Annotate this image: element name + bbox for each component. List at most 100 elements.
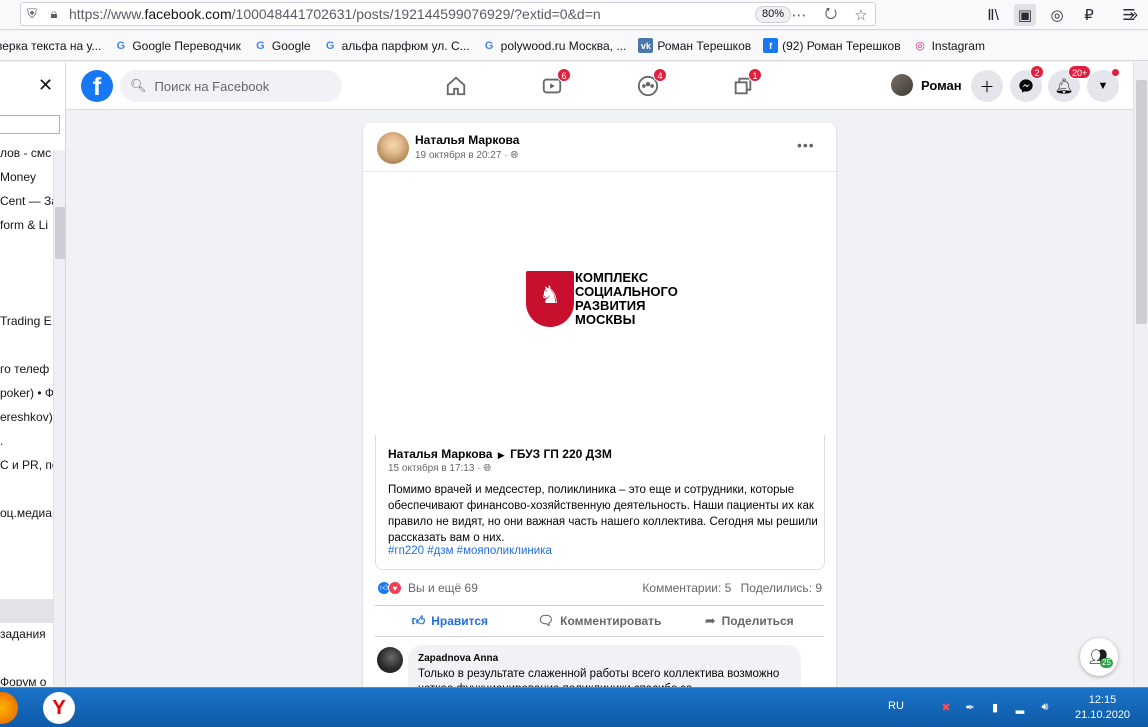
- clock[interactable]: 12:15 21.10.2020: [1075, 693, 1130, 723]
- share-button[interactable]: ➦ Поделиться: [674, 606, 824, 636]
- language-indicator[interactable]: RU: [888, 700, 904, 712]
- pocket-icon[interactable]: ⭮: [821, 5, 841, 25]
- google-icon: G: [256, 39, 265, 52]
- sidebar-scroll-thumb[interactable]: [55, 207, 65, 259]
- account-icon[interactable]: ◎: [1046, 4, 1068, 26]
- sidebar-search-input[interactable]: [0, 115, 60, 134]
- lock-icon[interactable]: 🔒︎: [43, 3, 65, 25]
- bookmark-item[interactable]: Gальфа парфюм ул. С...: [323, 38, 470, 53]
- shares-count[interactable]: Поделились: 9: [741, 581, 822, 595]
- signal-icon[interactable]: ▂: [1012, 699, 1028, 715]
- sidebar-row[interactable]: го телеф: [0, 362, 49, 376]
- bookmark-label: Google: [271, 38, 311, 53]
- author-avatar[interactable]: [377, 132, 409, 164]
- sidebar-row[interactable]: Форум о: [0, 675, 46, 686]
- sidebar-row[interactable]: Money: [0, 170, 36, 184]
- windows-taskbar: Y RU ✖ ✒ ▮ ▂ 🔊︎ 12:15 21.10.2020: [0, 687, 1148, 727]
- page-scroll-thumb[interactable]: [1136, 80, 1147, 324]
- messenger-icon: [1019, 79, 1033, 93]
- shared-timestamp[interactable]: 15 октября в 17:13 · 🌐︎: [388, 463, 491, 474]
- close-icon[interactable]: ✕: [38, 75, 53, 96]
- tab-home[interactable]: [416, 62, 496, 110]
- page-scrollbar[interactable]: [1133, 62, 1148, 686]
- post-author[interactable]: Наталья Маркова: [415, 133, 519, 147]
- sidebar-row[interactable]: Trading E: [0, 314, 52, 328]
- moscow-coat-of-arms-icon: ♞: [526, 271, 574, 327]
- battery-icon[interactable]: ▮: [987, 699, 1003, 715]
- sidebar-scrollbar[interactable]: [53, 150, 65, 686]
- account-dot: [1112, 69, 1119, 76]
- like-button[interactable]: 👍︎ Нравится: [375, 606, 525, 636]
- bookmark-label: Google Переводчик: [132, 38, 241, 53]
- messenger-button[interactable]: 2: [1010, 65, 1044, 102]
- facebook-header: f 🔍︎ Поиск на Facebook 6 4 1 Роман ＋ 2 🔔…: [66, 62, 1133, 110]
- bell-icon: 🔔︎: [1054, 78, 1074, 95]
- shared-link-image[interactable]: ♞ КОМПЛЕКС СОЦИАЛЬНОГО РАЗВИТИЯ МОСКВЫ: [363, 171, 836, 435]
- pen-icon[interactable]: ✒: [962, 699, 978, 715]
- post-counts: Комментарии: 5 Поделились: 9: [642, 581, 822, 595]
- sidebar-row[interactable]: .: [0, 434, 3, 448]
- bookmark-item[interactable]: G Google: [253, 38, 311, 53]
- tab-watch[interactable]: 6: [512, 62, 592, 110]
- account-menu-button[interactable]: ▼: [1087, 69, 1119, 102]
- contacts-count: 25: [1100, 658, 1113, 668]
- page-actions-icon[interactable]: ⋯: [789, 5, 809, 25]
- reactions-summary[interactable]: 👍︎ ♥ Вы и ещё 69: [377, 581, 478, 595]
- sidebar-row[interactable]: Cent — За: [0, 194, 58, 208]
- sidebar-toggle-icon[interactable]: ▣: [1014, 4, 1036, 26]
- notifications-button[interactable]: 🔔︎ 20+: [1048, 65, 1092, 102]
- shared-author[interactable]: Наталья Маркова: [388, 447, 492, 461]
- create-button[interactable]: ＋: [971, 70, 1003, 102]
- start-button[interactable]: [0, 692, 18, 724]
- more-options-icon[interactable]: •••: [797, 137, 815, 153]
- bookmark-star-icon[interactable]: ☆: [851, 5, 871, 25]
- shared-post-text: Помимо врачей и медсестер, поликлиника –…: [388, 484, 818, 544]
- facebook-logo[interactable]: f: [81, 70, 113, 102]
- bookmark-item[interactable]: G Google Переводчик: [113, 38, 241, 53]
- bookmark-label: Instagram: [931, 38, 985, 53]
- search-icon: 🔍︎: [130, 78, 147, 93]
- shield-icon[interactable]: ⛨: [21, 3, 43, 25]
- love-reaction-icon: ♥: [388, 581, 402, 595]
- bookmark-label: polywood.ru Москва, ...: [500, 38, 627, 53]
- facebook-icon: f: [763, 38, 779, 53]
- tab-gaming[interactable]: 1: [703, 62, 783, 110]
- sidebar-row[interactable]: лов - смс: [0, 146, 51, 160]
- search-input[interactable]: 🔍︎ Поиск на Facebook: [120, 70, 342, 102]
- sidebar-row[interactable]: ereshkov): [0, 410, 53, 424]
- tab-groups[interactable]: 4: [608, 62, 688, 110]
- profile-link[interactable]: Роман: [891, 74, 962, 96]
- bookmarks-overflow-icon[interactable]: »: [1130, 6, 1138, 23]
- network-error-icon[interactable]: ✖: [938, 699, 954, 715]
- volume-icon[interactable]: 🔊︎: [1037, 699, 1053, 715]
- commenter-name[interactable]: Zapadnova Anna: [418, 653, 498, 664]
- sidebar-row[interactable]: poker) • Ф: [0, 386, 54, 400]
- sidebar-selected-row[interactable]: [0, 599, 53, 623]
- yandex-browser-icon[interactable]: Y: [43, 692, 75, 724]
- comments-count[interactable]: Комментарии: 5: [642, 581, 731, 595]
- bookmark-item[interactable]: Gpolywood.ru Москва, ...: [482, 38, 627, 53]
- bookmark-item[interactable]: vk Роман Терешков: [638, 38, 751, 53]
- sidebar-row[interactable]: form & Li: [0, 218, 48, 232]
- shared-post[interactable]: Наталья Маркова ▶ ГБУЗ ГП 220 ДЗМ 15 окт…: [375, 435, 825, 570]
- gaming-badge: 1: [748, 68, 762, 82]
- zoom-level[interactable]: 80%: [755, 6, 792, 23]
- hashtags[interactable]: #гп220 #дзм #моя​поликлиника: [388, 545, 552, 557]
- commenter-avatar[interactable]: [377, 647, 403, 673]
- url-text[interactable]: https://www.facebook.com/100048441702631…: [69, 6, 601, 22]
- ruble-extension-icon[interactable]: ₽: [1078, 4, 1100, 26]
- comment-button[interactable]: 🗨︎ Комментировать: [525, 606, 675, 636]
- bookmark-label: верка текста на у...: [0, 38, 102, 53]
- contacts-button[interactable]: 👥︎ 25: [1080, 638, 1118, 676]
- library-icon[interactable]: Ⅱ\: [982, 4, 1004, 26]
- sidebar-row[interactable]: оц.медиа:: [0, 506, 55, 520]
- post-timestamp[interactable]: 19 октября в 20:27 · 🌐︎: [415, 150, 518, 161]
- plus-icon: ＋: [979, 78, 995, 96]
- bookmark-item[interactable]: ◎ Instagram: [913, 38, 985, 53]
- bookmark-item[interactable]: ▤верка текста на у...: [0, 39, 101, 53]
- url-bar[interactable]: ⛨ 🔒︎ https://www.facebook.com/1000484417…: [20, 2, 876, 26]
- bookmark-item[interactable]: f (92) Роман Терешков: [763, 38, 901, 53]
- sidebar-row[interactable]: задания: [0, 627, 46, 641]
- shared-target[interactable]: ГБУЗ ГП 220 ДЗМ: [510, 447, 612, 461]
- shared-post-header: Наталья Маркова ▶ ГБУЗ ГП 220 ДЗМ: [388, 447, 612, 461]
